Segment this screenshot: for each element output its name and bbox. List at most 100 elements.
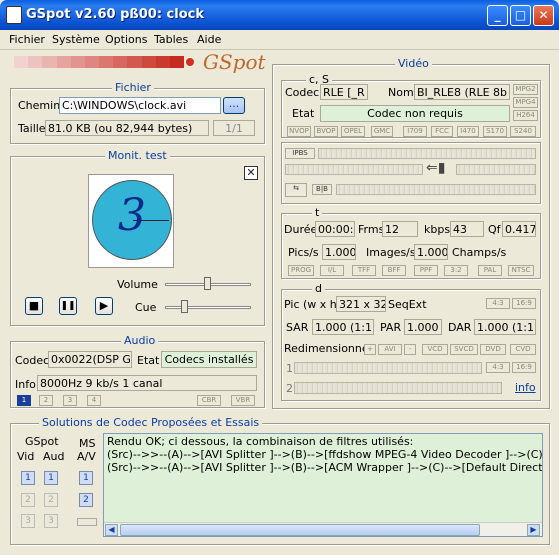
flag-fcc: FCC [431,126,453,137]
video-title: Vidéo [395,57,432,70]
flag-i709: I709 [403,126,427,137]
volume-thumb[interactable] [204,277,211,290]
audio-tab-1[interactable]: 1 [17,395,31,406]
sar-field: 1.000 (1:1) [312,319,374,335]
monit-close-button[interactable]: ✕ [244,166,258,180]
scroll-right-icon[interactable]: ▶ [527,524,540,536]
flag-pal: PAL [478,265,502,276]
redim-cvd[interactable]: CVD [510,344,536,355]
redim-field-2 [294,382,502,394]
redim-ratio-169: 16:9 [512,362,536,373]
vid-1-button[interactable]: 1 [21,471,35,485]
video-codec-field: RLE [_R [320,84,368,100]
scroll-thumb[interactable] [120,524,480,536]
frame-pattern-2 [285,164,423,175]
redim-svcd[interactable]: SVCD [450,344,478,355]
pic-field: 321 x 32 [336,296,386,312]
kbps-label: kbps [424,223,451,236]
flag-s240: S240 [510,126,536,137]
vid-3-button[interactable]: 3 [21,514,35,528]
menu-fichier[interactable]: Fichier [9,33,45,46]
redim-dvd[interactable]: DVD [480,344,506,355]
redim-field-1 [294,362,482,374]
aud-3-button[interactable]: 3 [44,514,58,528]
cue-thumb[interactable] [181,300,188,313]
qf-label: Qf [488,223,501,236]
frms-label: Frms [358,223,385,236]
ratio-169: 16:9 [512,298,536,309]
stop-button[interactable]: ■ [25,297,43,315]
menu-systeme[interactable]: Système [52,33,100,46]
arrow-icon: ⇐▮ [426,160,446,176]
audio-tab-3[interactable]: 3 [63,395,77,406]
title-bar: GSpot v2.60 pß00: clock _ □ ✕ [0,0,559,30]
menu-bar: Fichier Système Options Tables Aide [0,30,559,50]
video-codec-label: Codec [285,86,320,99]
horizontal-scrollbar[interactable]: ◀ ▶ [104,522,542,536]
taille-field: 81.0 KB (ou 82,944 bytes) [45,120,209,136]
sar-label: SAR [286,321,309,334]
pic-label: Pic (w x h) [284,298,342,311]
audio-codec-label: Codec [15,354,50,367]
pause-button[interactable]: ❚❚ [59,297,77,315]
signal-bar [14,56,185,68]
play-button[interactable]: ▶ [95,297,113,315]
h264-badge: H264 [513,110,538,121]
log-line-2: (Src)-->>--(A)-->[AVI Splitter ]-->(B)--… [107,448,543,461]
ratio-43: 4:3 [486,298,510,309]
chemin-field[interactable]: C:\WINDOWS\clock.avi [59,97,221,114]
flag-s170: S170 [483,126,507,137]
cbr-badge: CBR [197,395,221,406]
app-icon [6,6,22,24]
redim-plus[interactable]: + [364,344,376,355]
timing-label: t [312,206,323,219]
browse-button[interactable]: ... [223,97,245,114]
filmstrip-icon: ⇆ [285,183,307,197]
flag-ntsc: NTSC [508,265,534,276]
scroll-left-icon[interactable]: ◀ [105,524,118,536]
audio-tab-2[interactable]: 2 [39,395,53,406]
ms-1-button[interactable]: 1 [79,471,93,485]
vid-2-button[interactable]: 2 [21,493,35,507]
qf-field: 0.417 [502,221,536,237]
solutions-group: Solutions de Codec Proposées et Essais G… [10,416,550,545]
redim-vcd[interactable]: VCD [422,344,448,355]
aud-2-button[interactable]: 2 [44,493,58,507]
video-group: Vidéo c, S Codec RLE [_R Nom BI_RLE8 (RL… [272,57,550,409]
frame-pattern-4 [336,184,536,195]
maximize-button[interactable]: □ [510,5,531,26]
pics-field: 1.000 [322,244,356,260]
flag-prog: PROG [288,265,314,276]
menu-options[interactable]: Options [105,33,147,46]
audio-info-field: 8000Hz 9 kb/s 1 canal [37,375,257,391]
redim-avi[interactable]: AVI [378,344,402,355]
seqext-label: SeqExt [388,298,427,311]
flag-i470: I470 [457,126,479,137]
video-etat-label: Etat [292,107,315,120]
audio-group: Audio Codec 0x0022(DSP Gro Etat Codecs i… [10,334,265,408]
menu-aide[interactable]: Aide [197,33,221,46]
images-label: Images/s [366,246,416,259]
dar-label: DAR [448,321,472,334]
mpg2-badge: MPG2 [513,84,538,95]
aud-1-button[interactable]: 1 [44,471,58,485]
minimize-button[interactable]: _ [487,5,508,26]
cue-slider[interactable] [165,306,251,309]
gspot-col-label: GSpot [25,435,59,448]
close-button[interactable]: ✕ [533,5,554,26]
video-nom-label: Nom [388,86,414,99]
flag-bff: BFF [382,265,406,276]
chemin-label: Chemin [18,99,61,112]
window-title: GSpot v2.60 pß00: clock [26,7,205,22]
ms-2-button[interactable]: 2 [79,493,93,507]
audio-etat-label: Etat [137,354,160,367]
redim-minus[interactable]: - [404,344,416,355]
status-led [186,58,194,66]
audio-tab-4[interactable]: 4 [87,395,101,406]
menu-tables[interactable]: Tables [154,33,188,46]
filter-log[interactable]: Rendu OK; ci dessous, la combinaison de … [103,433,543,537]
frms-field: 12 [382,221,418,237]
flag-nvop: NVOP [287,126,311,137]
info-link[interactable]: info [515,381,536,394]
timing-box: t Durée 00:00:1 Frms 12 kbps 43 Qf 0.417… [281,206,541,279]
